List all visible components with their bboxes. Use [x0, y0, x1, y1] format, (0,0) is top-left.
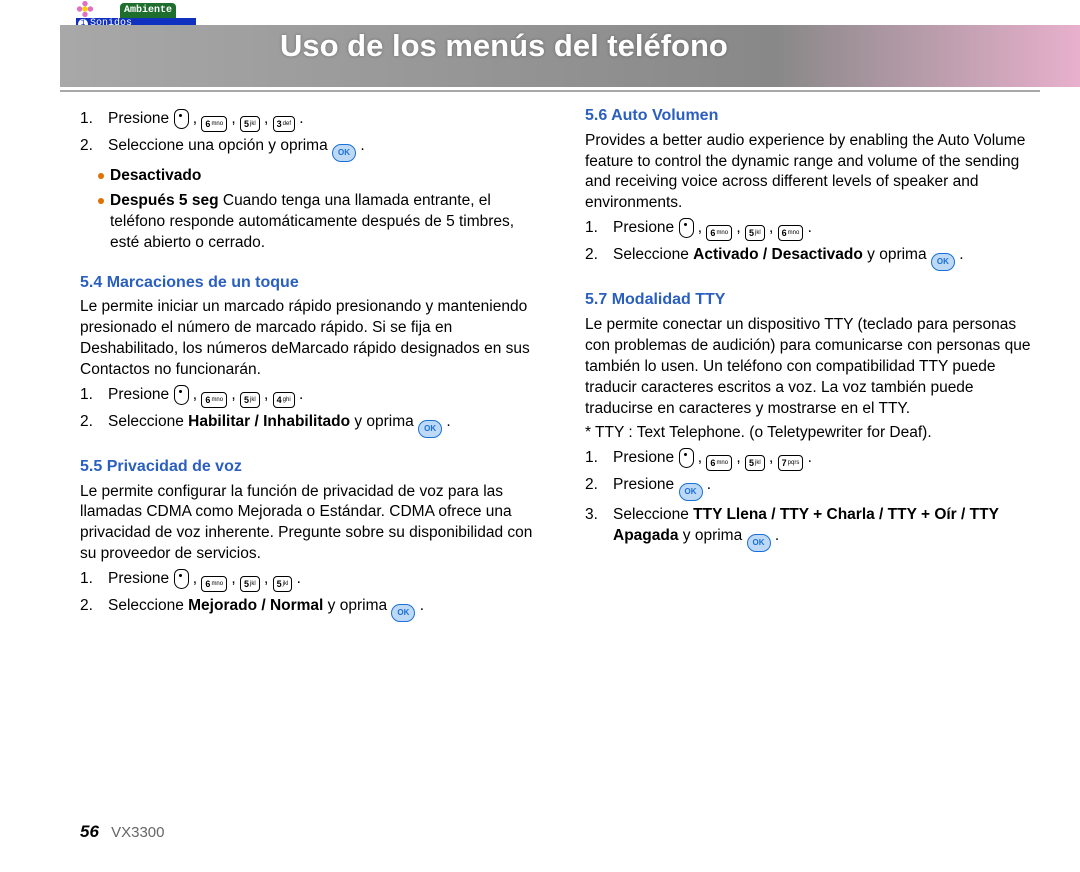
menu-key-icon — [679, 218, 694, 238]
menu-key-icon — [174, 385, 189, 405]
page-title: Uso de los menús del teléfono — [280, 28, 728, 64]
bullet-item: Desactivado — [80, 166, 535, 187]
key-5: 5jkl — [745, 455, 765, 471]
section-text: Provides a better audio experience by en… — [585, 131, 1040, 215]
section-heading: 5.6 Auto Volumen — [585, 105, 1040, 127]
section-heading: 5.5 Privacidad de voz — [80, 456, 535, 478]
step: 3. Seleccione TTY Llena / TTY + Charla /… — [585, 505, 1040, 552]
step: 2. Seleccione Mejorado / Normal y oprima… — [80, 596, 535, 622]
key-5: 5jkl — [273, 576, 293, 592]
ok-key-icon: OK — [332, 144, 356, 162]
ok-key-icon: OK — [931, 253, 955, 271]
bullet-icon — [98, 198, 104, 204]
phone-menu-tab: Ambiente — [120, 3, 176, 18]
key-3: 3def — [273, 116, 295, 132]
menu-key-icon — [679, 448, 694, 468]
ok-key-icon: OK — [679, 483, 703, 501]
flower-icon — [76, 0, 94, 18]
ok-key-icon: OK — [391, 604, 415, 622]
section-note: * TTY : Text Telephone. (o Teletypewrite… — [585, 423, 1040, 444]
ok-key-icon: OK — [747, 534, 771, 552]
key-5: 5jkl — [240, 392, 260, 408]
step: 2. Seleccione Activado / Desactivado y o… — [585, 245, 1040, 271]
key-5: 5jkl — [745, 225, 765, 241]
bullet-icon — [98, 173, 104, 179]
step: 1. Presione , 6mno , 5jkl , 6mno . — [585, 218, 1040, 241]
ok-key-icon: OK — [418, 420, 442, 438]
section-text: Le permite configurar la función de priv… — [80, 482, 535, 566]
step: 2. Presione OK . — [585, 475, 1040, 501]
page-number: 56 — [80, 822, 99, 841]
right-column: 5.6 Auto Volumen Provides a better audio… — [585, 105, 1040, 802]
section-heading: 5.4 Marcaciones de un toque — [80, 272, 535, 294]
header-divider — [60, 90, 1040, 92]
key-6: 6mno — [706, 225, 732, 241]
key-5: 5jkl — [240, 576, 260, 592]
section-text: Le permite iniciar un marcado rápido pre… — [80, 297, 535, 381]
section-text: Le permite conectar un dispositivo TTY (… — [585, 315, 1040, 420]
step: 1. Presione , 6mno , 5jkl , 3def . — [80, 109, 535, 132]
step: 1. Presione , 6mno , 5jkl , 5jkl . — [80, 569, 535, 592]
key-6: 6mno — [201, 116, 227, 132]
key-6: 6mno — [778, 225, 804, 241]
bullet-item: Después 5 seg Cuando tenga una llamada e… — [80, 191, 535, 254]
step: 1. Presione , 6mno , 5jkl , 7pqrs . — [585, 448, 1040, 471]
step: 2. Seleccione Habilitar / Inhabilitado y… — [80, 412, 535, 438]
key-5: 5jkl — [240, 116, 260, 132]
key-6: 6mno — [201, 392, 227, 408]
key-7: 7pqrs — [778, 455, 804, 471]
key-4: 4ghi — [273, 392, 295, 408]
menu-key-icon — [174, 569, 189, 589]
step: 2. Seleccione una opción y oprima OK . — [80, 136, 535, 162]
content-area: 1. Presione , 6mno , 5jkl , 3def . 2. Se… — [80, 105, 1040, 802]
left-column: 1. Presione , 6mno , 5jkl , 3def . 2. Se… — [80, 105, 535, 802]
key-6: 6mno — [706, 455, 732, 471]
menu-key-icon — [174, 109, 189, 129]
model-label: VX3300 — [111, 824, 164, 841]
page-footer: 56 VX3300 — [80, 822, 164, 842]
key-6: 6mno — [201, 576, 227, 592]
section-heading: 5.7 Modalidad TTY — [585, 289, 1040, 311]
step: 1. Presione , 6mno , 5jkl , 4ghi . — [80, 385, 535, 408]
